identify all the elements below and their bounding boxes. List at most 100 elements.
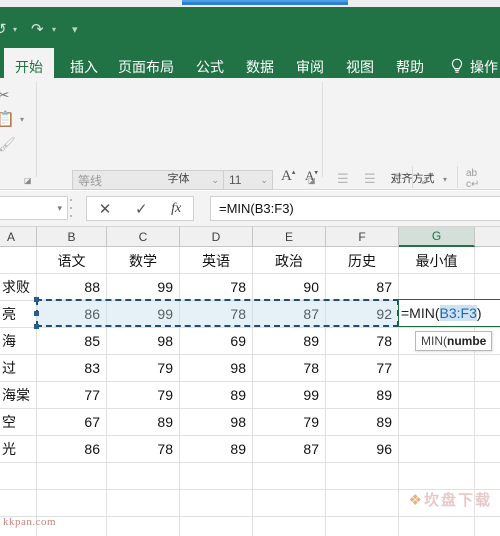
cell-a8[interactable]: 光: [0, 435, 36, 462]
column-header-b[interactable]: B: [37, 227, 107, 247]
formula-text: =MIN(B3:F3): [219, 201, 294, 216]
formula-bar: ▾ ✕ ✓ fx =MIN(B3:F3): [0, 191, 500, 227]
cell-c2[interactable]: 99: [107, 273, 179, 300]
cancel-formula-icon[interactable]: ✕: [99, 200, 112, 218]
cell-e7[interactable]: 79: [253, 408, 325, 435]
formula-autocomplete-tooltip: MIN(numbe: [415, 331, 493, 351]
column-header-c[interactable]: C: [107, 227, 180, 247]
cell-a3[interactable]: 亮: [0, 300, 36, 327]
cell-e2[interactable]: 90: [253, 273, 325, 300]
font-dialog-launcher-icon[interactable]: ◪: [308, 176, 316, 185]
redo-icon[interactable]: ↷: [31, 19, 44, 41]
cell-e3[interactable]: 87: [253, 300, 325, 327]
column-header-d[interactable]: D: [180, 227, 253, 247]
clipboard-icon[interactable]: 📋: [0, 110, 15, 128]
paste-caret-icon[interactable]: ▾: [20, 115, 24, 124]
cell-f3-text: 92: [376, 305, 392, 322]
cell-c4[interactable]: 98: [107, 327, 179, 354]
scissors-icon[interactable]: ✂: [0, 86, 10, 104]
cell-d1[interactable]: 英语: [180, 247, 252, 274]
tab-formulas-label: 公式: [196, 58, 224, 75]
cell-f3[interactable]: 92: [326, 300, 398, 327]
cell-f1[interactable]: 历史: [326, 247, 398, 274]
taskbar-active-item-highlight: [182, 0, 348, 2]
tab-view-label: 视图: [346, 58, 374, 75]
column-header-c-label: C: [138, 229, 148, 244]
editor-formula-suffix: ): [476, 305, 482, 321]
cell-d6[interactable]: 89: [180, 381, 252, 408]
cell-e5[interactable]: 78: [253, 354, 325, 381]
cell-b8[interactable]: 86: [37, 435, 106, 462]
cell-b5-text: 83: [84, 359, 100, 376]
tooltip-argument: numbe: [447, 334, 487, 348]
cell-b7[interactable]: 67: [37, 408, 106, 435]
cell-c7[interactable]: 89: [107, 408, 179, 435]
cell-d8-text: 89: [230, 440, 246, 457]
cell-b3[interactable]: 86: [37, 300, 106, 327]
cell-b5[interactable]: 83: [37, 354, 106, 381]
cell-f6-text: 89: [376, 386, 392, 403]
alignment-group-label: 对齐方式: [390, 173, 435, 185]
worksheet-grid[interactable]: A B C D E F G H: [0, 227, 500, 536]
cell-e4[interactable]: 89: [253, 327, 325, 354]
cell-c1[interactable]: 数学: [107, 247, 179, 274]
customize-qat-icon[interactable]: ▾: [72, 19, 78, 41]
cell-b4[interactable]: 85: [37, 327, 106, 354]
column-header-e[interactable]: E: [253, 227, 326, 247]
undo-icon[interactable]: ↺: [0, 19, 7, 41]
cell-f2[interactable]: 87: [326, 273, 398, 300]
cell-a7[interactable]: 空: [0, 408, 36, 435]
cell-f7[interactable]: 89: [326, 408, 398, 435]
cell-c8[interactable]: 78: [107, 435, 179, 462]
formula-input[interactable]: =MIN(B3:F3): [210, 196, 500, 221]
cell-a6[interactable]: 海棠: [0, 381, 36, 408]
column-header-a[interactable]: A: [0, 227, 37, 247]
cell-c6[interactable]: 79: [107, 381, 179, 408]
cell-e1-text: 政治: [275, 252, 303, 269]
cell-f4[interactable]: 78: [326, 327, 398, 354]
insert-function-icon[interactable]: fx: [171, 201, 181, 217]
cell-f5[interactable]: 77: [326, 354, 398, 381]
cell-b6[interactable]: 77: [37, 381, 106, 408]
cell-g1[interactable]: 最小值: [399, 247, 474, 274]
cell-d7[interactable]: 98: [180, 408, 252, 435]
cell-e8[interactable]: 87: [253, 435, 325, 462]
cell-c4-text: 98: [157, 332, 173, 349]
cell-b1[interactable]: 语文: [37, 247, 106, 274]
chevron-down-icon[interactable]: ▾: [57, 203, 62, 214]
cell-a5[interactable]: 过: [0, 354, 36, 381]
cell-a6-text: 海棠: [2, 386, 30, 403]
cell-d3[interactable]: 78: [180, 300, 252, 327]
cell-c3[interactable]: 99: [107, 300, 179, 327]
enter-formula-icon[interactable]: ✓: [135, 200, 148, 218]
undo-caret-icon[interactable]: ▾: [13, 19, 17, 41]
cell-b2[interactable]: 88: [37, 273, 106, 300]
cell-e2-text: 90: [303, 278, 319, 295]
tab-page-layout-label: 页面布局: [118, 58, 174, 75]
redo-caret-icon[interactable]: ▾: [52, 19, 56, 41]
tab-data-label: 数据: [246, 58, 274, 75]
cell-c5[interactable]: 79: [107, 354, 179, 381]
cell-d8[interactable]: 89: [180, 435, 252, 462]
column-header-h[interactable]: H: [475, 227, 500, 247]
cell-d5[interactable]: 98: [180, 354, 252, 381]
excel-window: ↺ ▾ ↷ ▾ ▾ 开始 插入 页面布局 公式 数据 审阅 视图 帮助 操作 ✂…: [0, 0, 500, 536]
cell-a2[interactable]: 求败: [0, 273, 36, 300]
cell-f6[interactable]: 89: [326, 381, 398, 408]
cell-d1-text: 英语: [202, 252, 230, 269]
cell-a4[interactable]: 海: [0, 327, 36, 354]
cell-e6[interactable]: 99: [253, 381, 325, 408]
cell-d4[interactable]: 69: [180, 327, 252, 354]
column-header-g[interactable]: G: [399, 227, 475, 247]
column-header-f[interactable]: F: [326, 227, 399, 247]
watermark-logo-icon: ❖: [408, 492, 424, 509]
clipboard-dialog-launcher-icon[interactable]: ◪: [24, 176, 32, 185]
cell-e1[interactable]: 政治: [253, 247, 325, 274]
format-painter-icon[interactable]: 🖌: [0, 136, 16, 153]
cell-d2[interactable]: 78: [180, 273, 252, 300]
formula-bar-grip[interactable]: [70, 199, 74, 217]
cell-c2-text: 99: [157, 278, 173, 295]
active-cell-editor[interactable]: =MIN(B3:F3): [398, 299, 500, 327]
cell-f8[interactable]: 96: [326, 435, 398, 462]
name-box[interactable]: ▾: [0, 196, 68, 220]
